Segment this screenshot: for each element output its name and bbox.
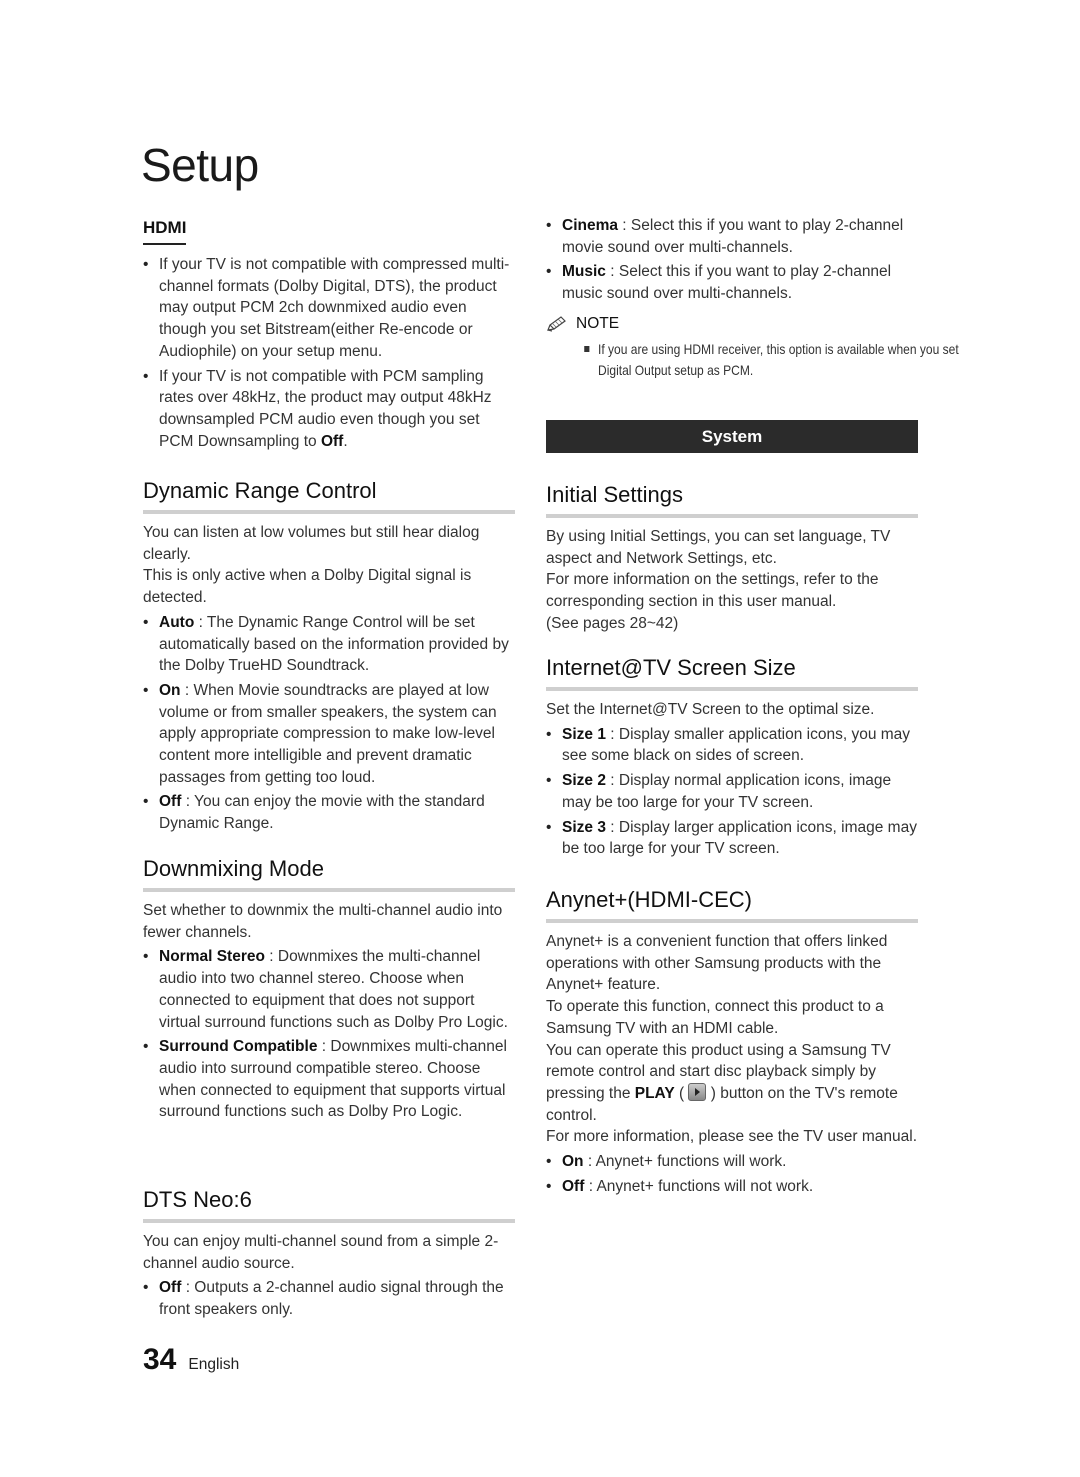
list-item: On : Anynet+ functions will work. (546, 1151, 918, 1173)
list-item: On : When Movie soundtracks are played a… (143, 680, 515, 789)
list-item: Size 3 : Display larger application icon… (546, 817, 918, 860)
section-heading: DTS Neo:6 (143, 1187, 515, 1223)
note-item: If you are using HDMI receiver, this opt… (584, 339, 959, 381)
section-heading: HDMI (143, 218, 187, 245)
item-text: : You can enjoy the movie with the stand… (159, 793, 485, 833)
item-term: Off (320, 432, 344, 450)
note-label: NOTE (576, 314, 620, 332)
item-text: : Display larger application icons, imag… (562, 818, 917, 858)
page-title: Setup (141, 139, 259, 191)
list-item: Cinema : Select this if you want to play… (546, 215, 918, 258)
pencil-icon (547, 316, 566, 332)
item-term: Auto (159, 613, 195, 631)
paragraph: For more information, please see the TV … (546, 1128, 918, 1146)
note-header: NOTE (546, 315, 918, 333)
list-item: Off : Outputs a 2-channel audio signal t… (143, 1277, 515, 1320)
section-anynet-hdmi-cec: Anynet+(HDMI-CEC) Anynet+ is a convenien… (546, 887, 918, 1197)
item-text: : Display smaller application icons, you… (562, 725, 911, 765)
item-text: : Select this if you want to play 2-chan… (562, 263, 892, 303)
paragraph: You can operate this product using a Sam… (546, 1040, 918, 1127)
item-term: Surround Compatible (159, 1038, 318, 1056)
paragraph: For more information on the settings, re… (546, 571, 879, 611)
section-heading: Initial Settings (546, 482, 918, 518)
list-item: Auto : The Dynamic Range Control will be… (143, 612, 515, 677)
bullet-list: If your TV is not compatible with compre… (143, 254, 515, 452)
item-term: Size 3 (562, 818, 606, 836)
bullet-list: Cinema : Select this if you want to play… (546, 215, 918, 305)
item-term: Off (159, 1279, 182, 1297)
item-text: . (343, 432, 348, 450)
paragraph: Set whether to downmix the multi-channel… (143, 902, 503, 941)
section-dynamic-range-control: Dynamic Range Control You can listen at … (143, 478, 515, 835)
bullet-list: Off : Outputs a 2-channel audio signal t… (143, 1277, 515, 1320)
paragraph: To operate this function, connect this p… (546, 998, 884, 1037)
play-button-icon (688, 1082, 707, 1101)
paragraph-text: ( (674, 1084, 689, 1102)
list-item: Music : Select this if you want to play … (546, 261, 918, 304)
section-heading: Downmixing Mode (143, 856, 515, 892)
item-text: : Anynet+ functions will not work. (584, 1177, 814, 1195)
paragraph: You can listen at low volumes but still … (143, 524, 480, 563)
item-term: Off (562, 1177, 585, 1195)
section-internet-tv-screen-size: Internet@TV Screen Size Set the Internet… (546, 655, 918, 860)
list-item: Surround Compatible : Downmixes multi-ch… (143, 1036, 515, 1123)
item-text: : Outputs a 2-channel audio signal throu… (159, 1279, 504, 1319)
paragraph: This is only active when a Dolby Digital… (143, 567, 472, 607)
section-heading: Anynet+(HDMI-CEC) (546, 887, 918, 923)
item-text: : The Dynamic Range Control will be set … (159, 613, 509, 675)
bullet-list: On : Anynet+ functions will work. Off : … (546, 1151, 918, 1197)
list-item: If your TV is not compatible with PCM sa… (143, 366, 515, 453)
page-footer: 34 English (143, 1343, 239, 1377)
item-text: : When Movie soundtracks are played at l… (159, 681, 497, 786)
item-term: Cinema (562, 217, 618, 234)
section-dts-neo6: DTS Neo:6 You can enjoy multi-channel so… (143, 1187, 515, 1321)
item-text: : Display normal application icons, imag… (562, 772, 892, 811)
bullet-list: Normal Stereo : Downmixes the multi-chan… (143, 946, 515, 1123)
item-term: On (562, 1153, 584, 1171)
section-downmixing-mode: Downmixing Mode Set whether to downmix t… (143, 856, 515, 1123)
list-item: Normal Stereo : Downmixes the multi-chan… (143, 946, 515, 1033)
list-item: If your TV is not compatible with compre… (143, 254, 515, 363)
section-downmix-continued: Cinema : Select this if you want to play… (546, 215, 959, 381)
page-number: 34 (143, 1343, 177, 1376)
item-term: Off (159, 793, 182, 811)
list-item: Off : Anynet+ functions will not work. (546, 1176, 918, 1198)
section-heading: Internet@TV Screen Size (546, 655, 918, 691)
page-language: English (188, 1356, 240, 1373)
item-term: Size 1 (562, 725, 606, 743)
paragraph: Anynet+ is a convenient function that of… (546, 933, 888, 994)
section-hdmi: HDMI If your TV is not compatible with c… (143, 218, 515, 452)
item-term: On (159, 681, 181, 699)
item-term: Music (562, 263, 606, 281)
list-item: Size 2 : Display normal application icon… (546, 770, 918, 813)
bullet-list: Auto : The Dynamic Range Control will be… (143, 612, 515, 835)
note-list: If you are using HDMI receiver, this opt… (546, 339, 959, 381)
section-heading: Dynamic Range Control (143, 478, 515, 514)
item-term: Normal Stereo (159, 948, 265, 966)
bullet-list: Size 1 : Display smaller application ico… (546, 724, 918, 860)
paragraph: By using Initial Settings, you can set l… (546, 528, 891, 567)
list-item: Off : You can enjoy the movie with the s… (143, 791, 515, 834)
page-reference: (See pages 28~42) (546, 614, 679, 632)
item-term: Size 2 (562, 772, 606, 790)
paragraph: Set the Internet@TV Screen to the optima… (546, 701, 875, 718)
list-item: Size 1 : Display smaller application ico… (546, 724, 918, 767)
section-initial-settings: Initial Settings By using Initial Settin… (546, 482, 918, 635)
paragraph: You can enjoy multi-channel sound from a… (143, 1233, 499, 1272)
item-text: : Anynet+ functions will work. (583, 1153, 787, 1171)
system-section-bar: System (546, 420, 918, 453)
play-term: PLAY (634, 1084, 675, 1102)
